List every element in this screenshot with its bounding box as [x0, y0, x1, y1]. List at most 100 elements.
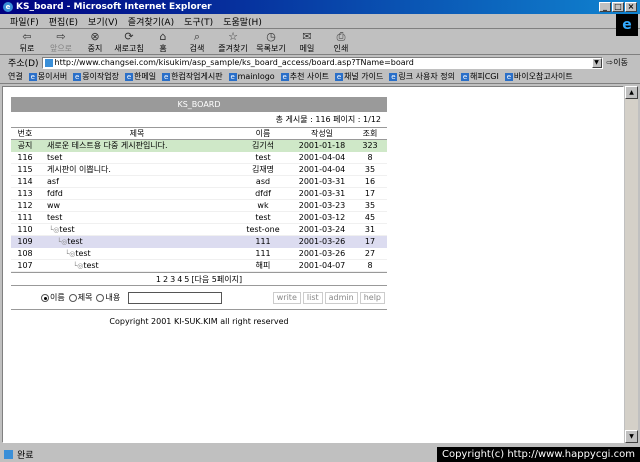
- history-label: 목록보기: [256, 43, 286, 53]
- history-button[interactable]: ◷ 목록보기: [252, 30, 290, 54]
- post-title-text[interactable]: test: [75, 249, 90, 258]
- post-title-text[interactable]: test: [83, 261, 98, 270]
- post-author: 111: [235, 247, 291, 260]
- page-link[interactable]: 2: [163, 275, 168, 284]
- post-title[interactable]: └◎ test: [39, 247, 235, 260]
- forward-label: 앞으로: [49, 43, 73, 53]
- link-item[interactable]: 링크 사용자 정의: [389, 71, 455, 82]
- post-title[interactable]: ww: [39, 199, 235, 212]
- post-title-text[interactable]: test: [47, 213, 62, 222]
- post-title-text[interactable]: tset: [47, 153, 62, 162]
- post-views: 45: [353, 211, 387, 224]
- post-date: 2001-04-04: [291, 151, 353, 164]
- scroll-up-icon[interactable]: ▲: [625, 86, 638, 99]
- post-title[interactable]: test: [39, 211, 235, 224]
- go-button[interactable]: ⇨이동: [607, 57, 628, 68]
- post-title-text[interactable]: test: [67, 237, 82, 246]
- page-link[interactable]: 5: [184, 275, 189, 284]
- post-title-text[interactable]: 새로운 테스트용 다중 게시판입니다.: [47, 141, 168, 150]
- stop-button[interactable]: ⊗ 중지: [78, 30, 112, 54]
- post-title[interactable]: 게시판이 이쁩니다.: [39, 163, 235, 176]
- write-button[interactable]: write: [272, 292, 301, 304]
- link-item[interactable]: 바이오참고사이트: [505, 71, 573, 82]
- post-title[interactable]: tset: [39, 151, 235, 164]
- menu-help[interactable]: 도움말(H): [223, 15, 262, 28]
- post-date: 2001-03-24: [291, 223, 353, 236]
- close-button[interactable]: ×: [625, 2, 637, 12]
- window-title: KS_board - Microsoft Internet Explorer: [16, 2, 212, 12]
- reply-icon: └◎: [57, 238, 68, 247]
- post-number: 109: [11, 235, 39, 248]
- post-title[interactable]: └◎ test: [39, 235, 235, 248]
- post-title[interactable]: └◎ test: [39, 259, 235, 272]
- scroll-down-icon[interactable]: ▼: [625, 430, 638, 443]
- table-row: 107 └◎ test 해피 2001-04-07 8: [11, 259, 387, 272]
- link-item[interactable]: 한메일: [125, 71, 156, 82]
- post-number: 116: [11, 151, 39, 164]
- link-item[interactable]: 해피CGI: [461, 71, 499, 82]
- back-button[interactable]: ⇦ 뒤로: [10, 29, 44, 54]
- board: KS_BOARD 총 게시물 : 116 페이지 : 1/12 번호 제목 이름…: [11, 97, 387, 310]
- post-title[interactable]: asf: [39, 175, 235, 188]
- post-number: 107: [11, 259, 39, 272]
- maximize-button[interactable]: □: [612, 2, 624, 12]
- post-date: 2001-03-23: [291, 199, 353, 212]
- vertical-scrollbar[interactable]: ▲ ▼: [625, 86, 638, 443]
- search-input[interactable]: [128, 291, 223, 304]
- print-label: 인쇄: [333, 43, 349, 53]
- link-item[interactable]: mainlogo: [229, 72, 275, 81]
- admin-button[interactable]: admin: [324, 292, 358, 304]
- radio-dot: [68, 293, 77, 302]
- search-option-content[interactable]: 내용: [96, 292, 120, 303]
- search-option-name[interactable]: 이름: [41, 292, 65, 303]
- post-title-text[interactable]: ww: [47, 201, 60, 210]
- reply-icon: └◎: [49, 226, 60, 234]
- help-button[interactable]: help: [359, 292, 385, 304]
- address-dropdown-icon[interactable]: ▼: [591, 57, 602, 68]
- home-label: 홈: [159, 43, 167, 53]
- menu-view[interactable]: 보기(V): [88, 15, 118, 28]
- favorites-label: 즐겨찾기: [218, 43, 248, 53]
- post-title[interactable]: └◎ test: [39, 223, 235, 236]
- address-input[interactable]: http://www.changsei.com/kisukim/asp_samp…: [41, 56, 603, 69]
- post-title-text[interactable]: test: [59, 225, 74, 234]
- post-author: asd: [235, 175, 291, 188]
- page-link[interactable]: 4: [177, 275, 182, 284]
- table-row: 112 ww wk 2001-03-23 35: [11, 199, 387, 212]
- mail-button[interactable]: ✉ 메일: [290, 30, 324, 54]
- post-title-text[interactable]: fdfd: [47, 189, 63, 198]
- post-number: 112: [11, 199, 39, 212]
- menu-file[interactable]: 파일(F): [10, 15, 39, 28]
- post-title-text[interactable]: asf: [47, 177, 59, 186]
- link-item[interactable]: 몽이서버: [29, 71, 67, 82]
- search-option-title[interactable]: 제목: [68, 292, 92, 303]
- title-indent: [41, 249, 65, 258]
- forward-button[interactable]: ⇨ 앞으로: [44, 30, 78, 54]
- post-title[interactable]: 새로운 테스트용 다중 게시판입니다.: [39, 139, 235, 152]
- post-date: 2001-03-26: [291, 235, 353, 248]
- post-title-text[interactable]: 게시판이 이쁩니다.: [47, 165, 111, 174]
- post-number: 108: [11, 247, 39, 260]
- link-item[interactable]: 몽이작업장: [73, 71, 119, 82]
- minimize-button[interactable]: _: [599, 2, 611, 12]
- link-item[interactable]: 추천 사이트: [281, 71, 329, 82]
- page-link[interactable]: 1: [156, 275, 161, 284]
- search-button[interactable]: ⌕ 검색: [180, 30, 214, 54]
- page-content: KS_BOARD 총 게시물 : 116 페이지 : 1/12 번호 제목 이름…: [2, 86, 624, 443]
- home-button[interactable]: ⌂ 홈: [146, 30, 180, 54]
- favorites-button[interactable]: ☆ 즐겨찾기: [214, 30, 252, 54]
- menu-favorites[interactable]: 즐겨찾기(A): [128, 15, 174, 28]
- link-item[interactable]: 채널 가이드: [335, 71, 383, 82]
- post-title[interactable]: fdfd: [39, 187, 235, 200]
- refresh-button[interactable]: ⟳ 새로고침: [112, 30, 146, 54]
- list-button[interactable]: list: [302, 292, 323, 304]
- post-author: 김기석: [235, 139, 291, 152]
- print-button[interactable]: ⎙ 인쇄: [324, 30, 358, 54]
- menu-tools[interactable]: 도구(T): [184, 15, 213, 28]
- menu-edit[interactable]: 편집(E): [49, 15, 78, 28]
- link-item[interactable]: 한컴작업게시판: [162, 71, 223, 82]
- page-link[interactable]: 3: [170, 275, 175, 284]
- back-icon: ⇦: [22, 29, 32, 43]
- next-pages-link[interactable]: [다음 5페이지]: [191, 275, 242, 284]
- post-author: wk: [235, 199, 291, 212]
